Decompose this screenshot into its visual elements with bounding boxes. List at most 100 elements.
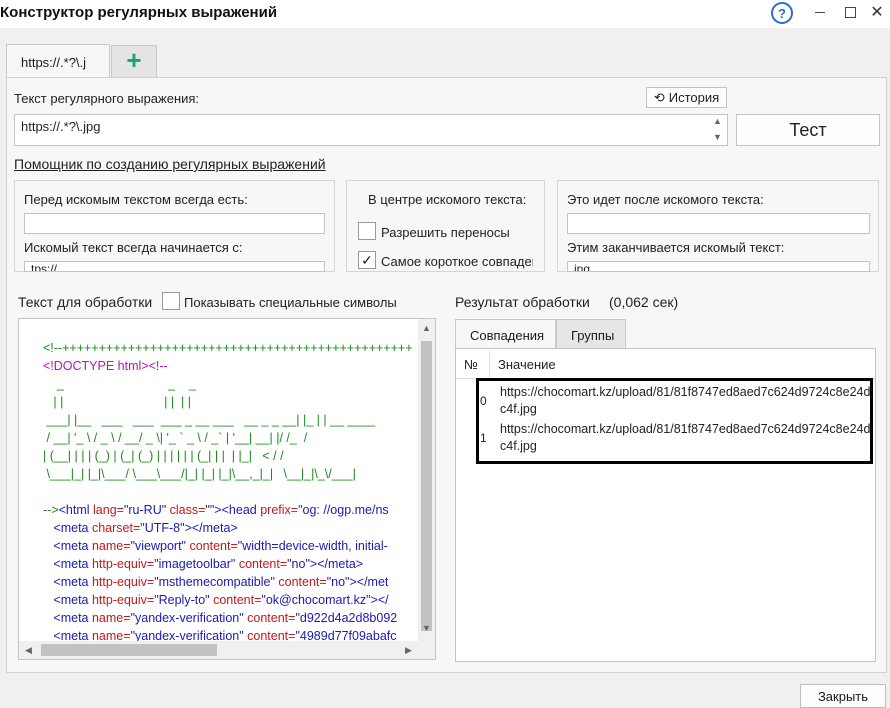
regex-tabstrip: https://.*?\.j + — [0, 28, 890, 78]
code-token: | (__| | | | (_) | (_| (_) | | | | | | (… — [43, 449, 284, 463]
test-button[interactable]: Тест — [736, 114, 880, 146]
helper-link[interactable]: Помощник по созданию регулярных выражени… — [14, 156, 326, 172]
help-icon[interactable]: ? — [771, 2, 793, 24]
source-vertical-scrollbar[interactable]: ▲ ▼ — [418, 319, 435, 643]
close-icon[interactable]: ✕ — [864, 0, 890, 24]
scroll-right-icon[interactable]: ▶ — [405, 645, 412, 656]
code-token: <html — [58, 503, 94, 517]
code-token: <!DOCTYPE — [43, 359, 118, 373]
code-token: content= — [247, 611, 296, 625]
center-label: В центре искомого текста: — [368, 192, 527, 207]
code-token: ><!-- — [141, 359, 168, 373]
code-line: <!DOCTYPE html><!-- — [43, 357, 415, 375]
code-line: / __| '_ \ / _ \ / __/ _ \| '_ ` _ \ / _… — [43, 429, 415, 447]
vertical-scroll-thumb[interactable] — [421, 341, 432, 631]
code-token: http-equiv= — [91, 593, 155, 607]
tab-groups[interactable]: Группы — [556, 319, 626, 349]
allow-wrap-checkbox[interactable] — [358, 222, 376, 240]
code-token: "yandex-verification" — [130, 611, 248, 625]
code-token: "Reply-to" — [154, 593, 214, 607]
allow-wrap-label: Разрешить переносы — [381, 225, 510, 240]
row-index-1: 1 — [480, 431, 487, 445]
code-token: "4989d77f09abafc — [295, 629, 397, 641]
ends-label: Этим заканчивается искомый текст: — [567, 240, 785, 255]
code-token: http-equiv= — [91, 557, 155, 571]
code-token: "yandex-verification" — [130, 629, 248, 641]
title-bar: Конструктор регулярных выражений ? ✕ — [0, 0, 890, 28]
column-value[interactable]: Значение — [498, 357, 556, 372]
code-token: content= — [238, 557, 288, 571]
code-token: content= — [213, 593, 262, 607]
history-button[interactable]: ⟲ История — [646, 87, 727, 108]
code-token: class= — [169, 503, 206, 517]
scroll-up-icon[interactable]: ▲ — [422, 323, 431, 333]
code-token: <meta — [43, 593, 92, 607]
code-token: "ok@chocomart.kz"> — [261, 593, 378, 607]
window-title: Конструктор регулярных выражений — [0, 4, 278, 21]
code-token: ___| |__ ___ ___ ___ _ __ ___ __ _ _ __|… — [43, 413, 376, 427]
code-line: | (__| | | | (_) | (_| (_) | | | | | | (… — [43, 447, 415, 465]
code-token: <meta — [43, 539, 92, 553]
code-token: "no"> — [326, 575, 357, 589]
source-code: <!--++++++++++++++++++++++++++++++++++++… — [43, 339, 415, 641]
code-token: name= — [91, 611, 131, 625]
column-number[interactable]: № — [464, 357, 478, 372]
code-token: html — [117, 359, 142, 373]
after-input[interactable] — [567, 213, 870, 234]
minimize-icon[interactable] — [807, 0, 833, 24]
code-line: <meta http-equiv="imagetoolbar" content=… — [43, 555, 415, 573]
code-token: "imagetoolbar" — [154, 557, 239, 571]
code-token: lang= — [93, 503, 124, 517]
code-token: prefix= — [260, 503, 299, 517]
regex-input[interactable]: https://.*?\.jpg — [14, 114, 728, 146]
code-token: </met — [356, 575, 389, 589]
code-line: <meta http-equiv="Reply-to" content="ok@… — [43, 591, 415, 609]
code-line: ___| |__ ___ ___ ___ _ __ ___ __ _ _ __|… — [43, 411, 415, 429]
code-token: </meta> — [191, 521, 238, 535]
close-button[interactable]: Закрыть — [800, 684, 886, 708]
scroll-left-icon[interactable]: ◀ — [25, 645, 32, 656]
table-row[interactable]: https://chocomart.kz/upload/81/81f8747ed… — [500, 421, 874, 455]
source-editor[interactable]: <!--++++++++++++++++++++++++++++++++++++… — [18, 318, 436, 660]
before-label: Перед искомым текстом всегда есть: — [24, 192, 248, 207]
code-token: --> — [43, 503, 59, 517]
source-horizontal-scrollbar[interactable]: ◀ ▶ — [19, 641, 435, 659]
before-input[interactable] — [24, 213, 325, 234]
after-label: Это идет после искомого текста: — [567, 192, 764, 207]
tab-regex[interactable]: https://.*?\.j — [6, 44, 110, 78]
code-token: <!--++++++++++++++++++++++++++++++++++++… — [43, 341, 413, 355]
code-line: <meta http-equiv="msthemecompatible" con… — [43, 573, 415, 591]
code-token: "no"> — [287, 557, 318, 571]
code-token: content= — [189, 539, 238, 553]
shortest-match-checkbox[interactable]: ✓ — [358, 251, 376, 269]
results-header: № Значение — [456, 349, 875, 379]
result-label: Результат обработки — [455, 294, 590, 310]
results-table: № Значение 0 https://chocomart.kz/upload… — [455, 348, 876, 662]
add-tab-button[interactable]: + — [111, 45, 157, 77]
code-token: "UTF-8"> — [140, 521, 192, 535]
code-token: | | | | | | — [43, 395, 191, 409]
code-token: http-equiv= — [91, 575, 155, 589]
scroll-down-icon[interactable]: ▼ — [422, 623, 431, 633]
shortest-match-label: Самое короткое совпаден — [381, 254, 533, 269]
code-line: <meta name="yandex-verification" content… — [43, 609, 415, 627]
code-token: "ru-RU" — [123, 503, 170, 517]
regex-scroll-down-icon[interactable]: ▼ — [713, 132, 722, 142]
code-token: \___|_| |_|\___/ \___\___/|_| |_| |_|\__… — [43, 467, 356, 481]
regex-value: https://.*?\.jpg — [21, 119, 101, 134]
regex-scroll-up-icon[interactable]: ▲ — [713, 116, 722, 126]
code-token: "og: //ogp.me/ns — [298, 503, 389, 517]
code-line: _ _ _ — [43, 375, 415, 393]
maximize-icon[interactable] — [837, 0, 863, 24]
code-token: content= — [278, 575, 327, 589]
horizontal-scroll-thumb[interactable] — [41, 644, 217, 656]
row-index-0: 0 — [480, 394, 487, 408]
code-token: name= — [91, 539, 131, 553]
tab-matches[interactable]: Совпадения — [455, 319, 556, 349]
ends-input[interactable]: jpg — [567, 261, 870, 272]
starts-input[interactable]: tps:// — [24, 261, 325, 272]
show-special-checkbox[interactable] — [162, 292, 180, 310]
table-row[interactable]: https://chocomart.kz/upload/81/81f8747ed… — [500, 384, 874, 418]
history-label: История — [668, 90, 720, 105]
code-line: <meta name="yandex-verification" content… — [43, 627, 415, 641]
